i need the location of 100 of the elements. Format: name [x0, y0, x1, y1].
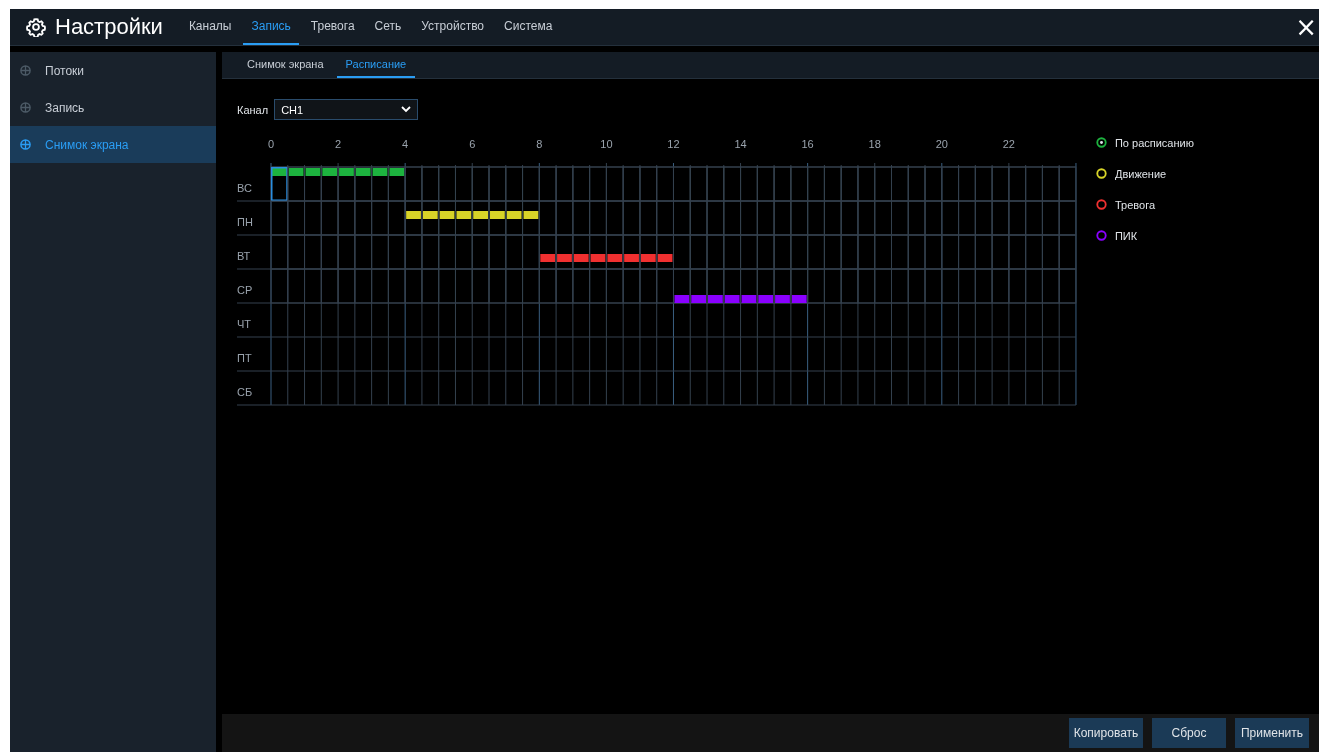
schedule-cell[interactable] [673, 166, 691, 202]
schedule-cell[interactable] [823, 200, 842, 236]
schedule-cell[interactable] [790, 166, 809, 202]
schedule-cell[interactable] [270, 234, 289, 270]
schedule-cell[interactable] [522, 268, 540, 304]
schedule-cell[interactable] [689, 166, 708, 202]
schedule-cell[interactable] [538, 200, 557, 236]
nav-tab[interactable]: Устройство [413, 9, 493, 45]
schedule-cell[interactable] [958, 268, 976, 304]
action-button[interactable]: Сброс [1152, 718, 1226, 748]
schedule-cell[interactable] [622, 268, 641, 304]
schedule-cell[interactable] [656, 166, 674, 202]
schedule-cell[interactable] [706, 166, 725, 202]
schedule-cell[interactable] [840, 234, 859, 270]
schedule-cell[interactable] [505, 166, 524, 202]
schedule-cell[interactable] [287, 166, 306, 202]
schedule-cell[interactable] [773, 234, 792, 270]
schedule-cell[interactable] [840, 268, 859, 304]
schedule-cell[interactable] [622, 234, 641, 270]
schedule-cell[interactable] [605, 200, 624, 236]
schedule-cell[interactable] [404, 200, 423, 236]
schedule-cell[interactable] [840, 200, 859, 236]
schedule-cell[interactable] [572, 200, 591, 236]
schedule-cell[interactable] [673, 200, 691, 236]
schedule-cell[interactable] [723, 200, 742, 236]
sub-tab[interactable]: Расписание [336, 52, 416, 78]
mode-radio[interactable]: По расписанию [1095, 134, 1194, 151]
schedule-cell[interactable] [874, 234, 892, 270]
schedule-cell[interactable] [639, 200, 658, 236]
schedule-cell[interactable] [572, 234, 591, 270]
schedule-cell[interactable] [387, 268, 406, 304]
schedule-cell[interactable] [471, 200, 490, 236]
schedule-cell[interactable] [270, 166, 289, 202]
sub-tab[interactable]: Снимок экрана [238, 52, 333, 78]
schedule-cell[interactable] [941, 268, 960, 304]
schedule-cell[interactable] [538, 234, 557, 270]
schedule-cell[interactable] [740, 234, 758, 270]
schedule-cell[interactable] [387, 166, 406, 202]
schedule-cell[interactable] [438, 166, 456, 202]
schedule-cell[interactable] [974, 234, 993, 270]
mode-radio[interactable]: Движение [1095, 165, 1194, 182]
schedule-cell[interactable] [1025, 234, 1043, 270]
schedule-cell[interactable] [387, 234, 406, 270]
schedule-cell[interactable] [522, 200, 540, 236]
schedule-cell[interactable] [706, 200, 725, 236]
schedule-cell[interactable] [807, 268, 825, 304]
schedule-cell[interactable] [924, 200, 943, 236]
schedule-cell[interactable] [421, 234, 440, 270]
schedule-cell[interactable] [1041, 166, 1060, 202]
schedule-cell[interactable] [706, 268, 725, 304]
schedule-cell[interactable] [656, 234, 674, 270]
schedule-cell[interactable] [622, 200, 641, 236]
schedule-cell[interactable] [958, 200, 976, 236]
schedule-cell[interactable] [773, 166, 792, 202]
schedule-cell[interactable] [857, 166, 876, 202]
schedule-cell[interactable] [488, 200, 507, 236]
schedule-cell[interactable] [807, 166, 825, 202]
schedule-cell[interactable] [337, 200, 356, 236]
schedule-cell[interactable] [974, 268, 993, 304]
nav-tab[interactable]: Система [496, 9, 561, 45]
sidebar-item[interactable]: Запись [10, 89, 216, 126]
schedule-cell[interactable] [337, 268, 356, 304]
schedule-cell[interactable] [1041, 200, 1060, 236]
schedule-cell[interactable] [438, 234, 456, 270]
schedule-cell[interactable] [941, 166, 960, 202]
schedule-cell[interactable] [421, 268, 440, 304]
schedule-cell[interactable] [572, 166, 591, 202]
schedule-cell[interactable] [656, 200, 674, 236]
schedule-cell[interactable] [891, 166, 909, 202]
schedule-cell[interactable] [354, 234, 373, 270]
schedule-cell[interactable] [807, 234, 825, 270]
schedule-cell[interactable] [1058, 234, 1077, 270]
schedule-cell[interactable] [538, 268, 557, 304]
nav-tab[interactable]: Тревога [302, 9, 363, 45]
schedule-cell[interactable] [823, 234, 842, 270]
schedule-cell[interactable] [1008, 200, 1027, 236]
channel-dropdown[interactable]: CH1 [274, 99, 419, 120]
schedule-cell[interactable] [287, 234, 306, 270]
schedule-cell[interactable] [505, 200, 524, 236]
schedule-cell[interactable] [857, 234, 876, 270]
schedule-cell[interactable] [605, 268, 624, 304]
schedule-cell[interactable] [337, 166, 356, 202]
schedule-cell[interactable] [404, 166, 423, 202]
schedule-cell[interactable] [387, 200, 406, 236]
schedule-cell[interactable] [1058, 268, 1077, 304]
schedule-cell[interactable] [471, 166, 490, 202]
schedule-cell[interactable] [270, 268, 289, 304]
schedule-cell[interactable] [454, 166, 473, 202]
schedule-cell[interactable] [974, 200, 993, 236]
schedule-cell[interactable] [639, 234, 658, 270]
schedule-cell[interactable] [488, 234, 507, 270]
schedule-cell[interactable] [421, 200, 440, 236]
action-button[interactable]: Копировать [1069, 718, 1143, 748]
schedule-cell[interactable] [807, 200, 825, 236]
schedule-cell[interactable] [1008, 268, 1027, 304]
schedule-cell[interactable] [823, 268, 842, 304]
schedule-cell[interactable] [589, 268, 607, 304]
schedule-cell[interactable] [589, 166, 607, 202]
sidebar-item[interactable]: Снимок экрана [10, 126, 216, 163]
schedule-cell[interactable] [1058, 166, 1077, 202]
